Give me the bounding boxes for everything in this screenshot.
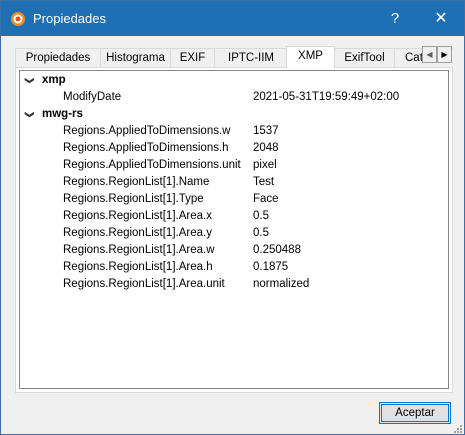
- tree-group-name: xmp: [42, 74, 66, 86]
- tree-value: 1537: [253, 125, 279, 137]
- tree-key: Regions.RegionList[1].Type: [63, 193, 204, 205]
- tree-row[interactable]: Regions.RegionList[1].Type Face: [20, 191, 448, 208]
- tab-scroll-right-icon[interactable]: ▶: [437, 46, 452, 63]
- tab-exif[interactable]: EXIF: [170, 48, 215, 68]
- tree-row[interactable]: Regions.AppliedToDimensions.unit pixel: [20, 157, 448, 174]
- tree-group-name: mwg-rs: [42, 108, 83, 120]
- tree-value: 2048: [253, 142, 279, 154]
- tree-value: normalized: [253, 278, 310, 290]
- tree-key: Regions.AppliedToDimensions.unit: [63, 159, 241, 171]
- tree-row[interactable]: Regions.AppliedToDimensions.w 1537: [20, 123, 448, 140]
- tree-value: Face: [253, 193, 279, 205]
- tab-bar: Propiedades Histograma EXIF IPTC-IIM XMP…: [15, 46, 453, 68]
- tree-key: Regions.RegionList[1].Area.y: [63, 227, 212, 239]
- tree-value: 0.5: [253, 210, 269, 222]
- chevron-down-icon[interactable]: ❯: [21, 110, 38, 119]
- tree-key: Regions.RegionList[1].Area.h: [63, 261, 213, 273]
- chevron-down-icon[interactable]: ❯: [21, 76, 38, 85]
- tree-value: 0.5: [253, 227, 269, 239]
- tab-scroll-arrows: ◀ ▶: [422, 46, 453, 64]
- tree-row[interactable]: Regions.RegionList[1].Area.h 0.1875: [20, 259, 448, 276]
- properties-dialog: Propiedades ? ✕ Propiedades Histograma E…: [0, 0, 465, 435]
- tree-row[interactable]: Regions.AppliedToDimensions.h 2048: [20, 140, 448, 157]
- tree-group-xmp[interactable]: ❯ xmp: [20, 72, 448, 89]
- tab-scroll-left-icon[interactable]: ◀: [422, 46, 437, 63]
- tab-exiftool[interactable]: ExifTool: [334, 48, 395, 68]
- tree-group-mwg-rs[interactable]: ❯ mwg-rs: [20, 106, 448, 123]
- tree-row[interactable]: Regions.RegionList[1].Area.w 0.250488: [20, 242, 448, 259]
- tree-row[interactable]: Regions.RegionList[1].Area.unit normaliz…: [20, 276, 448, 293]
- tree-row[interactable]: ModifyDate 2021-05-31T19:59:49+02:00: [20, 89, 448, 106]
- tree-key: Regions.RegionList[1].Area.x: [63, 210, 212, 222]
- tree-key: Regions.AppliedToDimensions.w: [63, 125, 231, 137]
- xmp-tab-panel: ❯ xmp ModifyDate 2021-05-31T19:59:49+02:…: [15, 67, 453, 393]
- tree-value: 0.250488: [253, 244, 301, 256]
- tree-row[interactable]: Regions.RegionList[1].Name Test: [20, 174, 448, 191]
- tab-xmp[interactable]: XMP: [286, 46, 335, 68]
- metadata-tree[interactable]: ❯ xmp ModifyDate 2021-05-31T19:59:49+02:…: [19, 70, 449, 389]
- tree-key: Regions.RegionList[1].Area.w: [63, 244, 215, 256]
- tree-value: 2021-05-31T19:59:49+02:00: [253, 91, 400, 103]
- tree-key: Regions.RegionList[1].Name: [63, 176, 210, 188]
- resize-grip-icon[interactable]: [453, 424, 463, 434]
- help-button[interactable]: ?: [372, 1, 418, 36]
- tree-row[interactable]: Regions.RegionList[1].Area.y 0.5: [20, 225, 448, 242]
- tree-value: 0.1875: [253, 261, 289, 273]
- tree-key: Regions.RegionList[1].Area.unit: [63, 278, 225, 290]
- tree-value: pixel: [253, 159, 277, 171]
- tab-properties[interactable]: Propiedades: [15, 48, 101, 68]
- xnview-app-icon: [11, 12, 25, 26]
- tab-iptc-iim[interactable]: IPTC-IIM: [214, 48, 288, 68]
- window-title: Propiedades: [33, 11, 106, 26]
- close-icon[interactable]: ✕: [418, 1, 464, 36]
- tree-row[interactable]: Regions.RegionList[1].Area.x 0.5: [20, 208, 448, 225]
- tree-key: Regions.AppliedToDimensions.h: [63, 142, 229, 154]
- tab-histogram[interactable]: Histograma: [100, 48, 171, 68]
- accept-button[interactable]: Aceptar: [379, 402, 451, 424]
- tree-value: Test: [253, 176, 275, 188]
- title-bar[interactable]: Propiedades ? ✕: [1, 1, 464, 36]
- tree-key: ModifyDate: [63, 91, 122, 103]
